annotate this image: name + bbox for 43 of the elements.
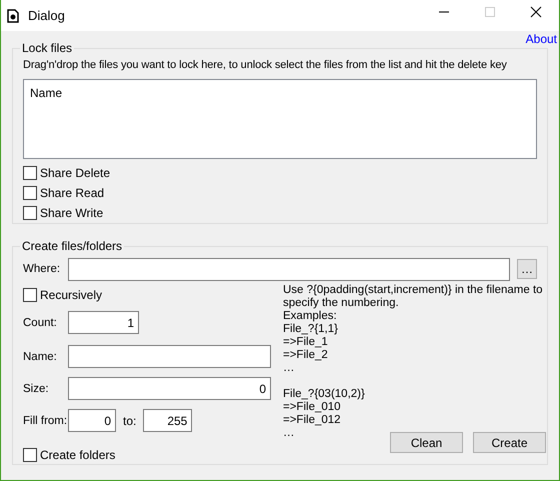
help-text: File_?{1,1} bbox=[283, 323, 339, 336]
size-field[interactable]: 0 bbox=[68, 377, 271, 400]
help-text: File_?{03(10,2)} bbox=[283, 388, 366, 401]
create-button[interactable]: Create bbox=[473, 432, 546, 453]
checkbox-label: Recursively bbox=[40, 288, 102, 302]
help-text: … bbox=[283, 427, 296, 440]
count-field[interactable]: 1 bbox=[68, 311, 139, 334]
group-title: Create files/folders bbox=[21, 239, 124, 253]
name-field[interactable] bbox=[68, 345, 271, 368]
checkbox-label: Create folders bbox=[40, 448, 116, 462]
browse-button[interactable]: … bbox=[517, 259, 537, 279]
checkbox-label: Share Delete bbox=[40, 166, 110, 180]
fill-to-field[interactable]: 255 bbox=[143, 409, 192, 432]
checkbox[interactable] bbox=[23, 288, 37, 302]
checkbox[interactable] bbox=[23, 166, 37, 180]
group-title: Lock files bbox=[21, 41, 74, 55]
field-label: Where: bbox=[23, 263, 62, 275]
help-text: =>File_1 bbox=[283, 336, 329, 349]
window-title: Dialog bbox=[28, 8, 66, 23]
field-label: Fill from: bbox=[23, 414, 68, 426]
help-text: =>File_012 bbox=[283, 414, 342, 427]
instruction-text: Drag'n'drop the files you want to lock here, to unlock select the files from the list and hit the delete key bbox=[23, 59, 508, 71]
file-list[interactable]: Name bbox=[23, 79, 537, 159]
column-header[interactable]: Name bbox=[24, 80, 62, 100]
checkbox[interactable] bbox=[23, 448, 37, 462]
checkbox[interactable] bbox=[23, 206, 37, 220]
checkbox[interactable] bbox=[23, 186, 37, 200]
field-label: Size: bbox=[23, 382, 50, 394]
help-text: =>File_010 bbox=[283, 401, 342, 414]
help-text: Use ?{0padding(start,increment)} in the filename to specify the numbering. bbox=[283, 284, 544, 310]
field-label: to: bbox=[123, 414, 136, 428]
checkbox-label: Share Read bbox=[40, 186, 104, 200]
document-icon bbox=[7, 8, 19, 22]
help-text: Examples: bbox=[283, 310, 338, 323]
where-field[interactable] bbox=[68, 258, 510, 280]
about-link[interactable]: About bbox=[526, 32, 557, 41]
field-label: Count: bbox=[23, 316, 58, 328]
checkbox-label: Share Write bbox=[40, 206, 104, 220]
clean-button[interactable]: Clean bbox=[390, 432, 463, 453]
field-label: Name: bbox=[23, 350, 58, 362]
help-text: … bbox=[283, 362, 296, 375]
fill-from-field[interactable]: 0 bbox=[68, 409, 116, 432]
help-text: =>File_2 bbox=[283, 349, 329, 362]
